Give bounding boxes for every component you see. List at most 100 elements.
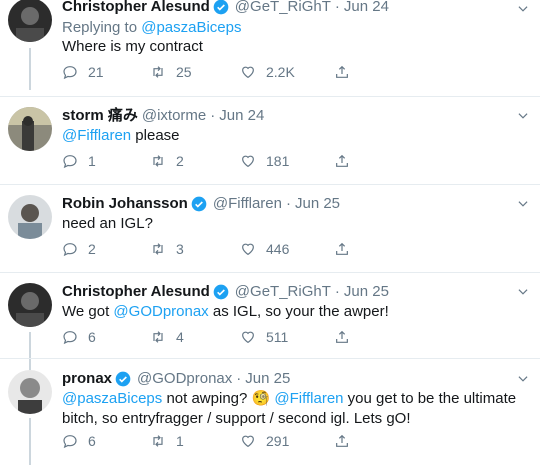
- replying-label: Replying to: [62, 19, 138, 36]
- author-handle[interactable]: @GeT_RiGhT: [235, 283, 331, 301]
- mention-link[interactable]: @Fifflaren: [62, 127, 131, 144]
- tweet-date[interactable]: Jun 25: [295, 195, 340, 213]
- share-icon: [336, 65, 348, 78]
- reply-count: 2: [88, 241, 96, 257]
- reply-count: 6: [88, 329, 96, 345]
- tweet-text: @paszaBiceps not awping? 🧐 @Fifflaren yo…: [62, 389, 530, 409]
- like-count: 291: [266, 433, 290, 449]
- tweet-text: Where is my contract: [62, 38, 203, 55]
- retweet-button[interactable]: 4: [150, 329, 240, 345]
- tweet-text-line2: bitch, so entryfragger / support / secon…: [62, 410, 411, 427]
- retweet-icon: [153, 331, 163, 343]
- tweet[interactable]: Christopher Alesund @GeT_RiGhT · Jun 24 …: [0, 0, 540, 97]
- chevron-down-icon[interactable]: [516, 2, 530, 16]
- tweet[interactable]: Robin Johansson @Fifflaren · Jun 25 need…: [0, 185, 540, 273]
- reply-button[interactable]: 6: [62, 329, 150, 345]
- avatar[interactable]: [8, 0, 52, 42]
- reply-count: 1: [88, 153, 96, 169]
- tweet-date[interactable]: Jun 24: [219, 107, 264, 125]
- retweet-icon: [153, 243, 163, 255]
- avatar[interactable]: [8, 370, 52, 414]
- share-button[interactable]: [334, 64, 360, 80]
- tweet[interactable]: pronax @GODpronax · Jun 25 @paszaBiceps …: [0, 359, 540, 465]
- verified-badge-icon: [191, 196, 207, 212]
- tweet-text-body: you get to be the ultimate: [343, 390, 517, 407]
- tweet-date[interactable]: Jun 24: [344, 0, 389, 16]
- retweet-button[interactable]: 25: [150, 64, 240, 80]
- share-icon: [336, 434, 348, 447]
- avatar[interactable]: [8, 107, 52, 151]
- mention-link[interactable]: @paszaBiceps: [141, 19, 241, 36]
- reply-button[interactable]: 2: [62, 241, 150, 257]
- retweet-button[interactable]: 3: [150, 241, 240, 257]
- like-count: 181: [266, 153, 290, 169]
- like-icon: [242, 66, 254, 79]
- like-count: 446: [266, 241, 290, 257]
- share-button[interactable]: [334, 153, 360, 169]
- like-button[interactable]: 181: [240, 153, 334, 169]
- reply-button[interactable]: 6: [62, 433, 150, 449]
- tweet[interactable]: Christopher Alesund @GeT_RiGhT · Jun 25 …: [0, 273, 540, 359]
- retweet-icon: [153, 155, 163, 167]
- share-button[interactable]: [334, 433, 360, 449]
- verified-badge-icon: [115, 371, 131, 387]
- reply-icon: [63, 331, 77, 345]
- separator-dot: ·: [210, 107, 216, 124]
- tweet[interactable]: storm 痛み @ixtorme · Jun 24 @Fifflaren pl…: [0, 97, 540, 185]
- tweet-text-body: as IGL, so your the awper!: [208, 303, 389, 320]
- avatar[interactable]: [8, 195, 52, 239]
- separator-dot: ·: [236, 370, 242, 387]
- tweet-text-body: not awping? 🧐: [162, 390, 275, 407]
- retweet-button[interactable]: 2: [150, 153, 240, 169]
- like-button[interactable]: 2.2K: [240, 64, 334, 80]
- like-button[interactable]: 291: [240, 433, 334, 449]
- tweet-text-body: We got: [62, 303, 114, 320]
- retweet-count: 1: [176, 433, 184, 449]
- like-button[interactable]: 511: [240, 329, 334, 345]
- reply-count: 21: [88, 64, 104, 80]
- separator-dot: ·: [334, 0, 340, 15]
- chevron-down-icon[interactable]: [516, 372, 530, 386]
- like-icon: [242, 435, 254, 448]
- share-icon: [336, 154, 348, 167]
- mention-link[interactable]: @GODpronax: [113, 303, 208, 320]
- share-icon: [336, 242, 348, 255]
- mention-link[interactable]: @paszaBiceps: [62, 390, 162, 407]
- tweet-text-body: please: [131, 127, 180, 144]
- tweet-text: @Fifflaren please: [62, 126, 530, 146]
- retweet-icon: [153, 66, 163, 78]
- reply-icon: [63, 243, 77, 257]
- retweet-count: 3: [176, 241, 184, 257]
- author-name[interactable]: storm 痛み: [62, 107, 138, 125]
- share-button[interactable]: [334, 241, 360, 257]
- tweet-date[interactable]: Jun 25: [245, 370, 290, 388]
- retweet-button[interactable]: 1: [150, 433, 240, 449]
- like-button[interactable]: 446: [240, 241, 334, 257]
- tweet-date[interactable]: Jun 25: [344, 283, 389, 301]
- author-handle[interactable]: @GeT_RiGhT: [235, 0, 331, 16]
- avatar[interactable]: [8, 283, 52, 327]
- chevron-down-icon[interactable]: [516, 285, 530, 299]
- author-handle[interactable]: @Fifflaren: [213, 195, 282, 213]
- author-handle[interactable]: @GODpronax: [137, 370, 232, 388]
- author-handle[interactable]: @ixtorme: [142, 107, 206, 125]
- retweet-count: 25: [176, 64, 192, 80]
- author-name[interactable]: Christopher Alesund: [62, 283, 210, 301]
- chevron-down-icon[interactable]: [516, 197, 530, 211]
- separator-dot: ·: [285, 195, 291, 212]
- replying-to: Replying to @paszaBiceps: [62, 18, 530, 37]
- like-count: 511: [266, 329, 289, 345]
- author-name[interactable]: Robin Johansson: [62, 195, 188, 213]
- share-icon: [336, 330, 348, 343]
- reply-count: 6: [88, 433, 96, 449]
- reply-button[interactable]: 21: [62, 64, 150, 80]
- share-button[interactable]: [334, 329, 360, 345]
- author-name[interactable]: Christopher Alesund: [62, 0, 210, 16]
- reply-icon: [63, 435, 77, 449]
- mention-link[interactable]: @Fifflaren: [274, 390, 343, 407]
- retweet-icon: [153, 435, 163, 447]
- chevron-down-icon[interactable]: [516, 109, 530, 123]
- reply-button[interactable]: 1: [62, 153, 150, 169]
- separator-dot: ·: [334, 283, 340, 300]
- author-name[interactable]: pronax: [62, 370, 112, 388]
